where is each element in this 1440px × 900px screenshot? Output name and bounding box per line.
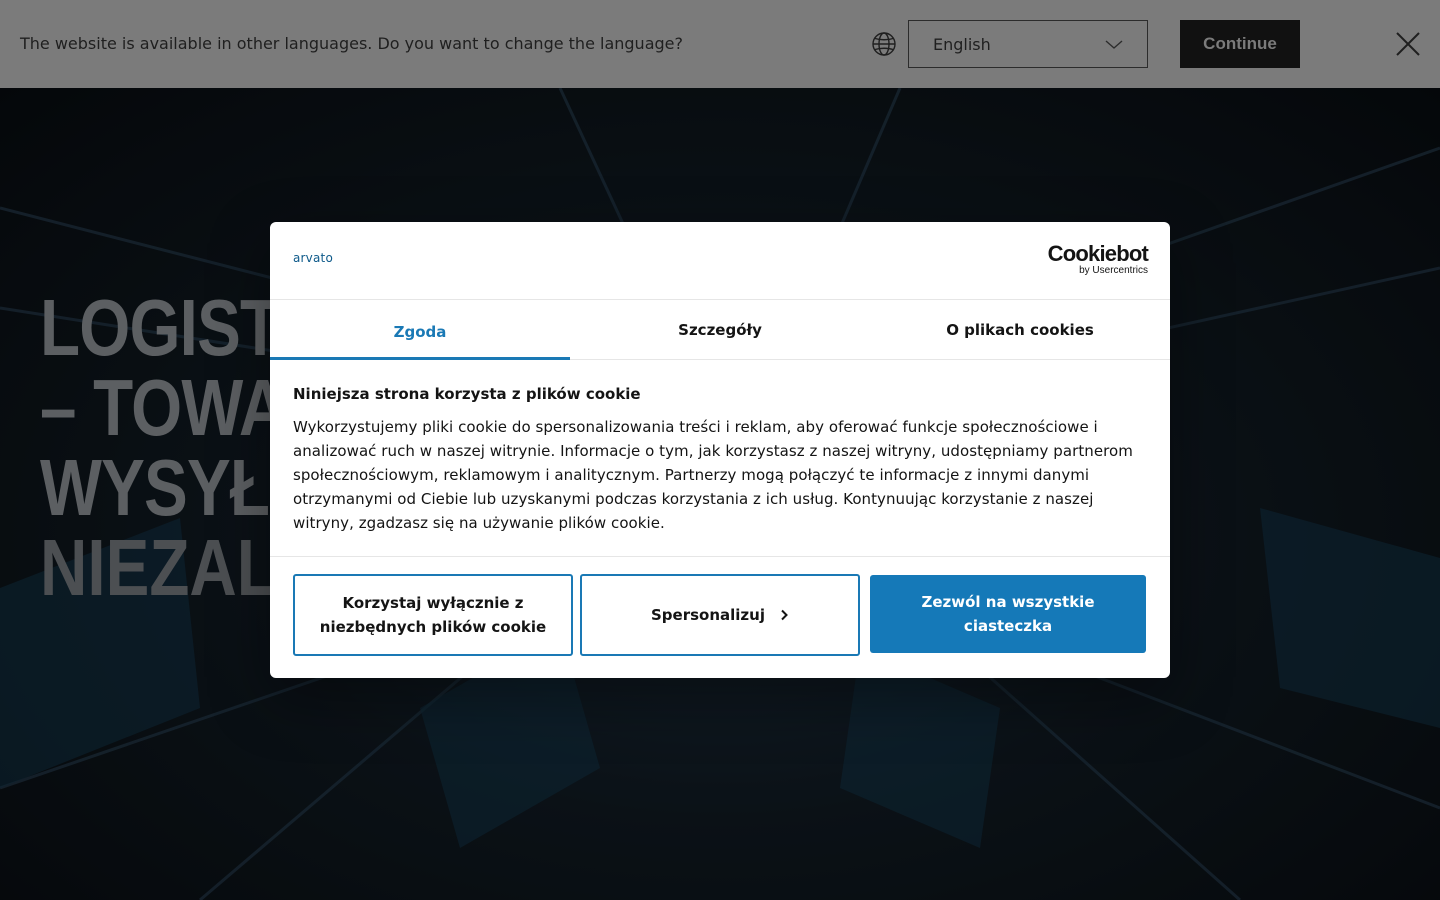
globe-icon xyxy=(872,32,896,56)
customize-label: Spersonalizuj xyxy=(651,606,765,624)
cookie-consent-dialog: arvato Cookiebot by Usercentrics Zgoda S… xyxy=(270,222,1170,678)
necessary-only-label: Korzystaj wyłącznie z niezbędnych plików… xyxy=(319,594,547,636)
tab-consent[interactable]: Zgoda xyxy=(270,300,570,360)
close-icon[interactable] xyxy=(1395,31,1421,57)
cookiebot-name: Cookiebot xyxy=(1047,241,1149,266)
dialog-header: arvato Cookiebot by Usercentrics xyxy=(270,222,1170,300)
customize-button[interactable]: Spersonalizuj xyxy=(580,574,860,656)
continue-button[interactable]: Continue xyxy=(1180,20,1300,68)
language-message: The website is available in other langua… xyxy=(20,34,683,53)
cookiebot-byline: by Usercentrics xyxy=(1079,265,1148,276)
necessary-only-button[interactable]: Korzystaj wyłącznie z niezbędnych plików… xyxy=(293,574,573,656)
allow-all-button[interactable]: Zezwól na wszystkie ciasteczka xyxy=(870,575,1146,653)
brand-logo: arvato xyxy=(293,251,333,265)
dialog-body-text: Wykorzystujemy pliki cookie do spersonal… xyxy=(293,418,1133,532)
chevron-right-icon xyxy=(781,609,788,621)
dialog-heading: Niniejsza strona korzysta z plików cooki… xyxy=(293,385,641,403)
language-select-value: English xyxy=(933,34,991,54)
chevron-down-icon xyxy=(1105,40,1123,49)
language-bar: The website is available in other langua… xyxy=(0,0,1440,88)
allow-all-label: Zezwól na wszystkie ciasteczka xyxy=(921,593,1095,635)
dialog-tabs: Zgoda Szczegóły O plikach cookies xyxy=(270,300,1170,360)
tab-about-cookies[interactable]: O plikach cookies xyxy=(870,300,1170,359)
dialog-footer: Korzystaj wyłącznie z niezbędnych plików… xyxy=(270,556,1170,678)
cookiebot-logo: Cookiebot by Usercentrics xyxy=(1047,241,1149,277)
language-select[interactable]: English xyxy=(908,20,1148,68)
tab-details[interactable]: Szczegóły xyxy=(570,300,870,359)
